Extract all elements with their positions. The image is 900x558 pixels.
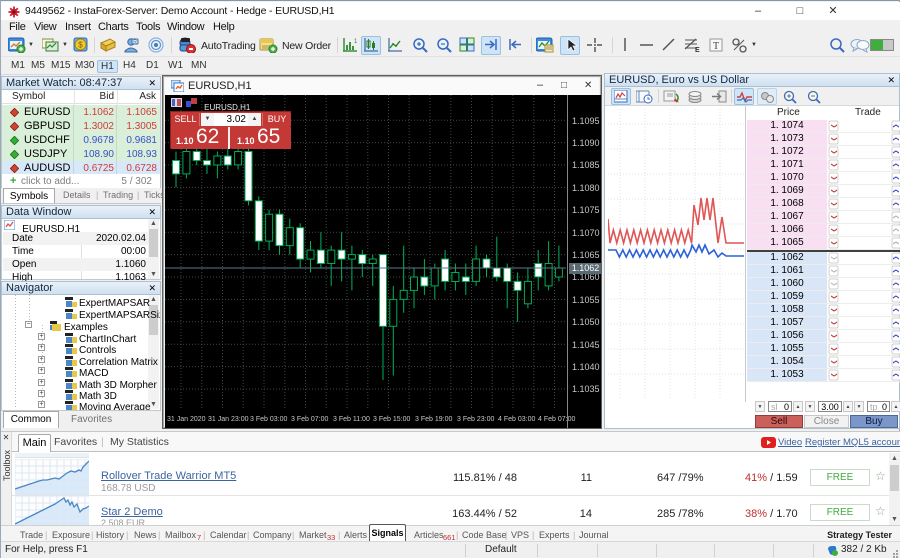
svg-text:T: T [713,41,719,52]
svg-text:E: E [695,47,700,53]
svg-text:R: R [133,40,137,46]
svg-text:1: 1 [354,39,358,45]
svg-text:$: $ [78,41,83,50]
